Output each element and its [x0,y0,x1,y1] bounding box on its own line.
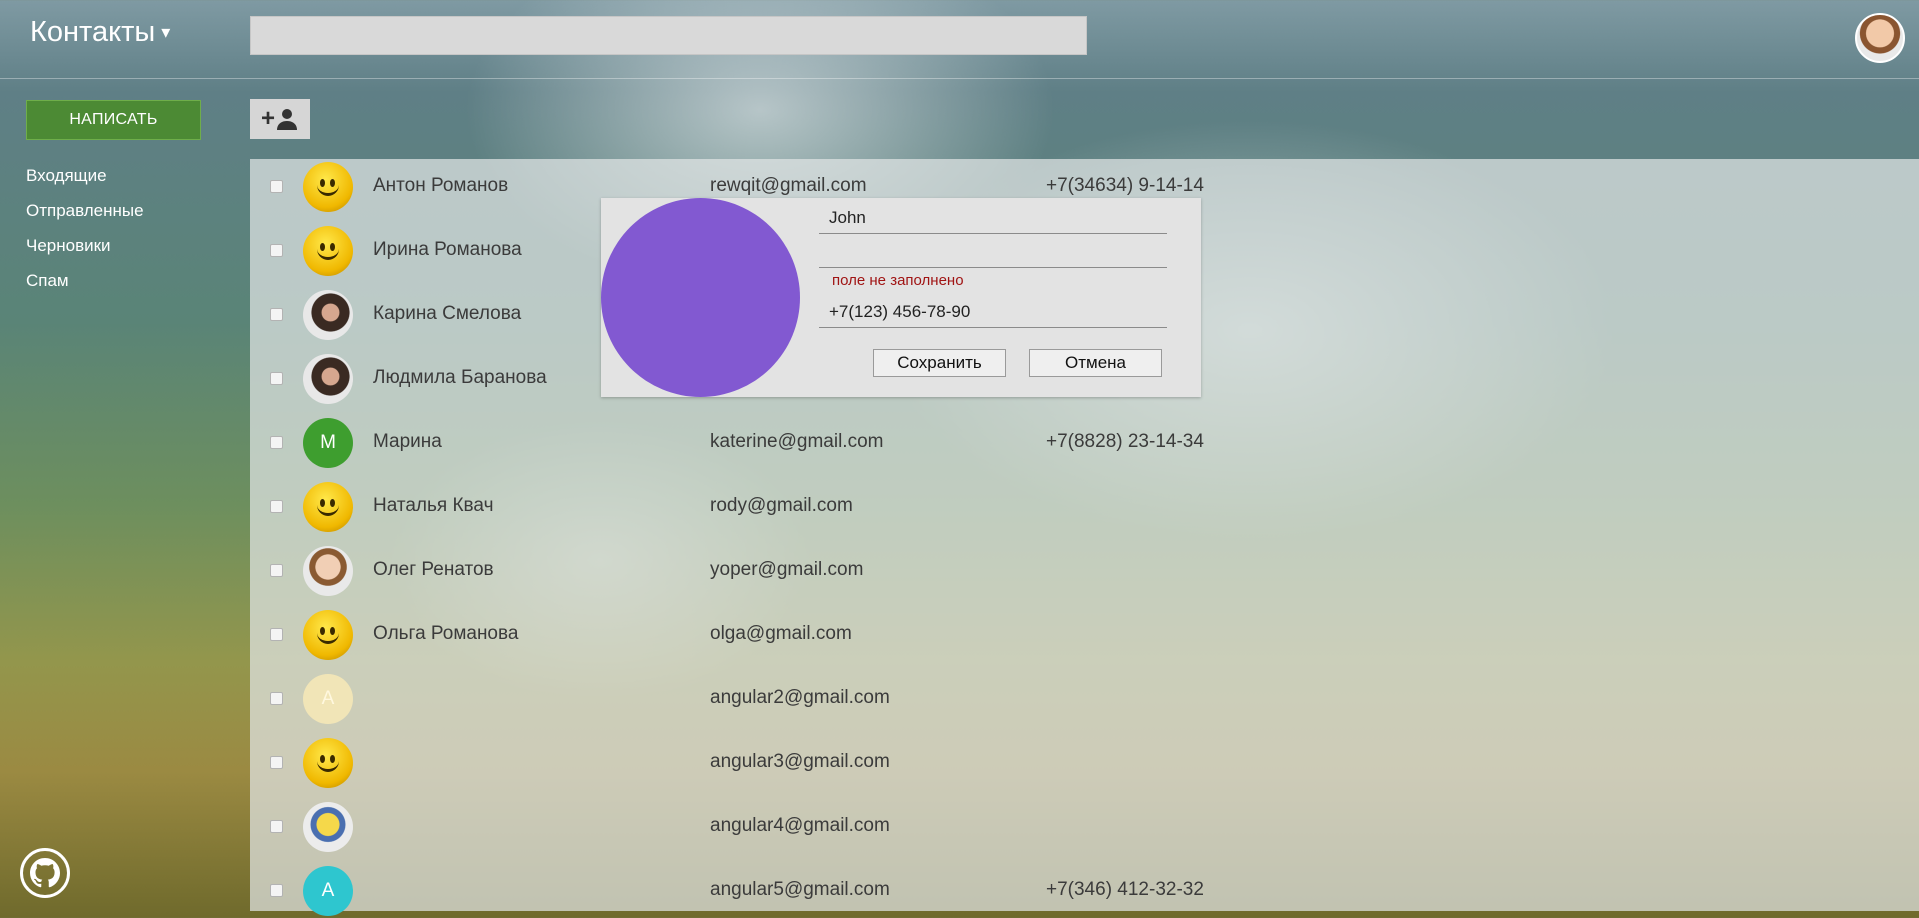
row-checkbox[interactable] [270,500,283,513]
contact-avatar [303,546,353,596]
smiley-icon [303,738,353,788]
smiley-icon [303,226,353,276]
sidebar-item-sent[interactable]: Отправленные [26,199,144,234]
contact-avatar [303,482,353,532]
contact-row[interactable]: Наталья Квач rody@gmail.com [250,475,1919,539]
name-field[interactable] [819,202,1167,234]
row-checkbox[interactable] [270,884,283,897]
row-checkbox[interactable] [270,756,283,769]
contact-phone: +7(34634) 9-14-14 [1046,175,1204,196]
person-icon [277,109,297,130]
contact-email: katerine@gmail.com [710,431,884,452]
avatar-letter: A [321,688,335,709]
contact-avatar [303,354,353,404]
add-contact-button[interactable]: + [250,99,310,139]
contact-name: Ольга Романова [373,623,519,644]
contact-phone: +7(346) 412-32-32 [1046,879,1204,900]
contact-email: angular3@gmail.com [710,751,890,772]
contact-name: Олег Ренатов [373,559,494,580]
contact-row[interactable]: angular3@gmail.com [250,731,1919,795]
contact-email: angular5@gmail.com [710,879,890,900]
sidebar-item-spam[interactable]: Спам [26,269,144,304]
row-checkbox[interactable] [270,820,283,833]
sidebar-item-inbox[interactable]: Входящие [26,164,144,199]
app-title-text: Контакты [30,16,156,48]
contact-avatar: M [303,418,353,468]
row-checkbox[interactable] [270,692,283,705]
github-icon[interactable] [20,848,70,898]
contact-row[interactable]: angular4@gmail.com [250,795,1919,859]
row-checkbox[interactable] [270,308,283,321]
smiley-icon [303,610,353,660]
contact-avatar [303,290,353,340]
email-error-message: поле не заполнено [832,272,964,289]
contact-email: rody@gmail.com [710,495,853,516]
contact-name: Ирина Романова [373,239,522,260]
contact-name: Людмила Баранова [373,367,547,388]
row-checkbox[interactable] [270,436,283,449]
row-checkbox[interactable] [270,372,283,385]
contact-email: angular4@gmail.com [710,815,890,836]
contact-row[interactable]: M Марина katerine@gmail.com +7(8828) 23-14-… [250,411,1919,475]
contact-email: angular2@gmail.com [710,687,890,708]
row-checkbox[interactable] [270,244,283,257]
contact-avatar: A [303,674,353,724]
contact-email: olga@gmail.com [710,623,852,644]
sidebar-item-drafts[interactable]: Черновики [26,234,144,269]
compose-button[interactable]: НАПИСАТЬ [26,100,201,140]
contact-name: Наталья Квач [373,495,494,516]
contact-row[interactable]: Aangular5@gmail.com +7(346) 412-32-32 [250,859,1919,918]
contact-name: Антон Романов [373,175,509,196]
contact-phone: +7(8828) 23-14-34 [1046,431,1204,452]
row-checkbox[interactable] [270,564,283,577]
row-checkbox[interactable] [270,180,283,193]
contact-avatar [303,226,353,276]
chevron-down-icon: ▾ [161,22,171,42]
contact-row[interactable]: Ольга Романова olga@gmail.com [250,603,1919,667]
smiley-icon [303,482,353,532]
contact-email: yoper@gmail.com [710,559,864,580]
contact-avatar-placeholder[interactable] [601,198,800,397]
contact-avatar [303,610,353,660]
smiley-icon [303,162,353,212]
avatar-letter: M [320,432,336,453]
user-avatar[interactable] [1855,13,1905,63]
contact-avatar [303,162,353,212]
save-button[interactable]: Сохранить [873,349,1006,377]
avatar-letter: A [321,880,335,901]
contact-name: Марина [373,431,442,452]
contact-avatar: A [303,866,353,916]
contact-avatar [303,802,353,852]
phone-field[interactable] [819,296,1167,328]
side-nav: Входящие Отправленные Черновики Спам [26,164,144,304]
email-field[interactable] [819,236,1167,268]
contact-row[interactable]: Aangular2@gmail.com [250,667,1919,731]
contact-name: Карина Смелова [373,303,522,324]
app-title-dropdown[interactable]: Контакты ▾ [30,16,170,49]
contact-email: rewqit@gmail.com [710,175,867,196]
row-checkbox[interactable] [270,628,283,641]
cancel-button[interactable]: Отмена [1029,349,1162,377]
contact-avatar [303,738,353,788]
contact-row[interactable]: Олег Ренатов yoper@gmail.com [250,539,1919,603]
plus-icon: + [260,105,275,132]
top-bar: Контакты ▾ [0,0,1919,79]
contact-edit-card: поле не заполнено Сохранить Отмена [601,198,1201,397]
search-input[interactable] [250,16,1087,55]
